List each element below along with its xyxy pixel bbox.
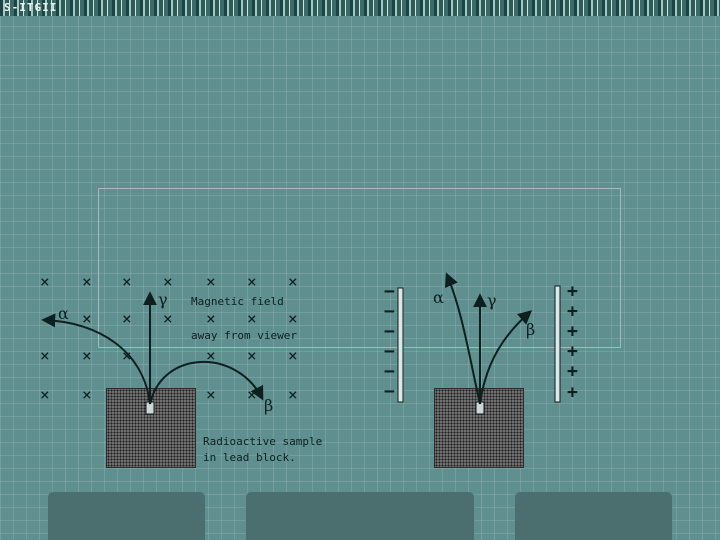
gamma-label-electric: γ: [487, 291, 497, 310]
alpha-path-magnetic: [41, 313, 151, 405]
plus-sign: +: [567, 341, 578, 362]
alpha-label-electric: α: [433, 288, 444, 307]
plus-sign: +: [567, 321, 578, 342]
minus-sign: −: [384, 281, 395, 302]
beta-path-electric: [479, 310, 533, 405]
magnetic-field-label-line2: away from viewer: [191, 329, 297, 342]
bottom-tab-center: [246, 492, 474, 540]
gamma-label-magnetic: γ: [158, 290, 168, 309]
positive-plate: [554, 285, 561, 403]
radiation-paths-diagram: [41, 272, 561, 415]
minus-sign: −: [384, 381, 395, 402]
minus-sign: −: [384, 361, 395, 382]
plus-sign: +: [567, 382, 578, 403]
plus-sign: +: [567, 361, 578, 382]
sample-label-line2: in lead block.: [203, 451, 296, 464]
magnetic-field-label-line1: Magnetic field: [191, 295, 284, 308]
minus-sign: −: [384, 321, 395, 342]
alpha-label-magnetic: α: [58, 304, 69, 323]
minus-sign: −: [384, 301, 395, 322]
beta-label-magnetic: β: [264, 396, 274, 415]
plus-sign: +: [567, 301, 578, 322]
sample-label-line1: Radioactive sample: [203, 435, 323, 448]
beta-label-electric: β: [526, 320, 536, 339]
beta-path-magnetic: [149, 361, 264, 405]
bottom-tab-right: [515, 492, 672, 540]
bottom-tab-left: [48, 492, 205, 540]
negative-plate: [397, 287, 404, 403]
alpha-path-electric: [444, 272, 481, 405]
plus-sign: +: [567, 281, 578, 302]
minus-sign: −: [384, 341, 395, 362]
